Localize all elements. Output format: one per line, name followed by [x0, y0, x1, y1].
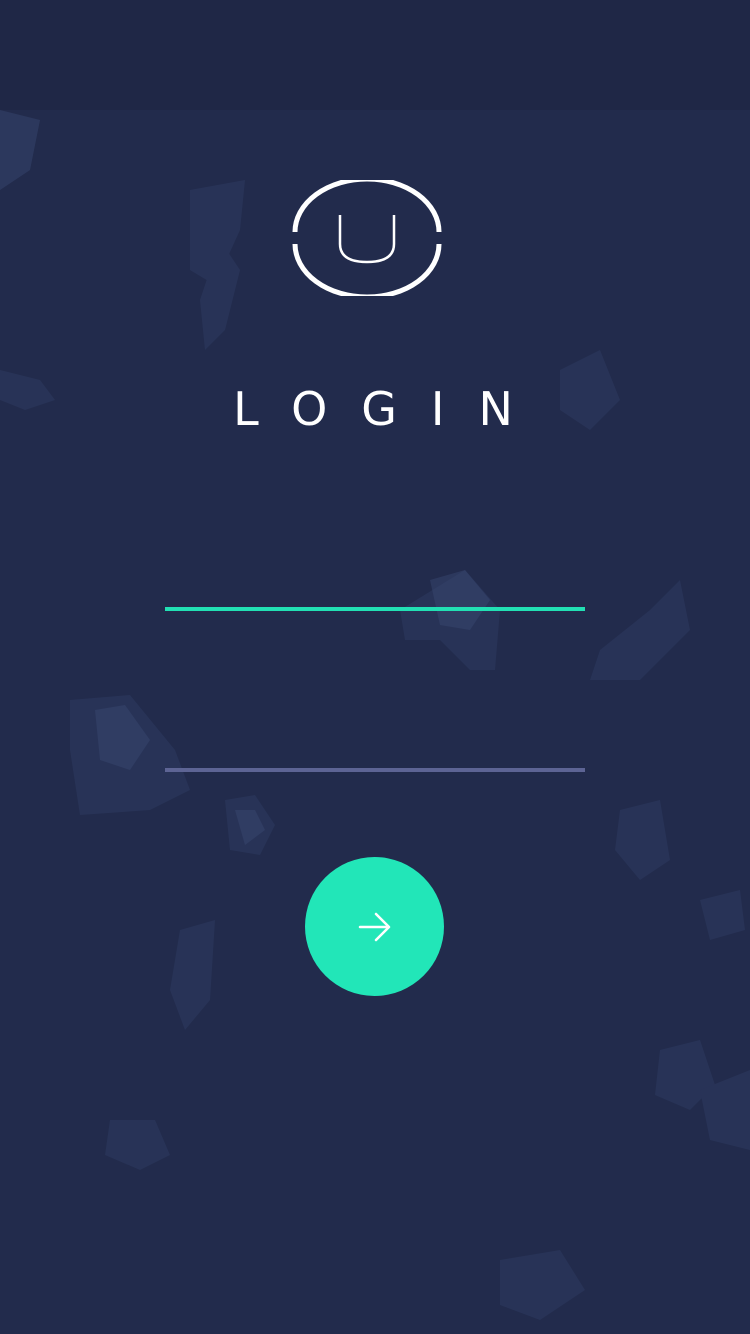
login-submit-button[interactable]	[305, 857, 444, 996]
arrow-right-icon	[358, 912, 390, 941]
password-input[interactable]	[165, 708, 585, 768]
logo-icon	[292, 180, 442, 296]
username-field[interactable]	[165, 546, 585, 606]
page-title: LOGIN	[233, 382, 547, 436]
username-underline	[165, 607, 585, 611]
username-input[interactable]	[165, 546, 585, 606]
password-underline	[165, 768, 585, 772]
password-field[interactable]	[165, 708, 585, 768]
status-bar	[0, 0, 750, 110]
